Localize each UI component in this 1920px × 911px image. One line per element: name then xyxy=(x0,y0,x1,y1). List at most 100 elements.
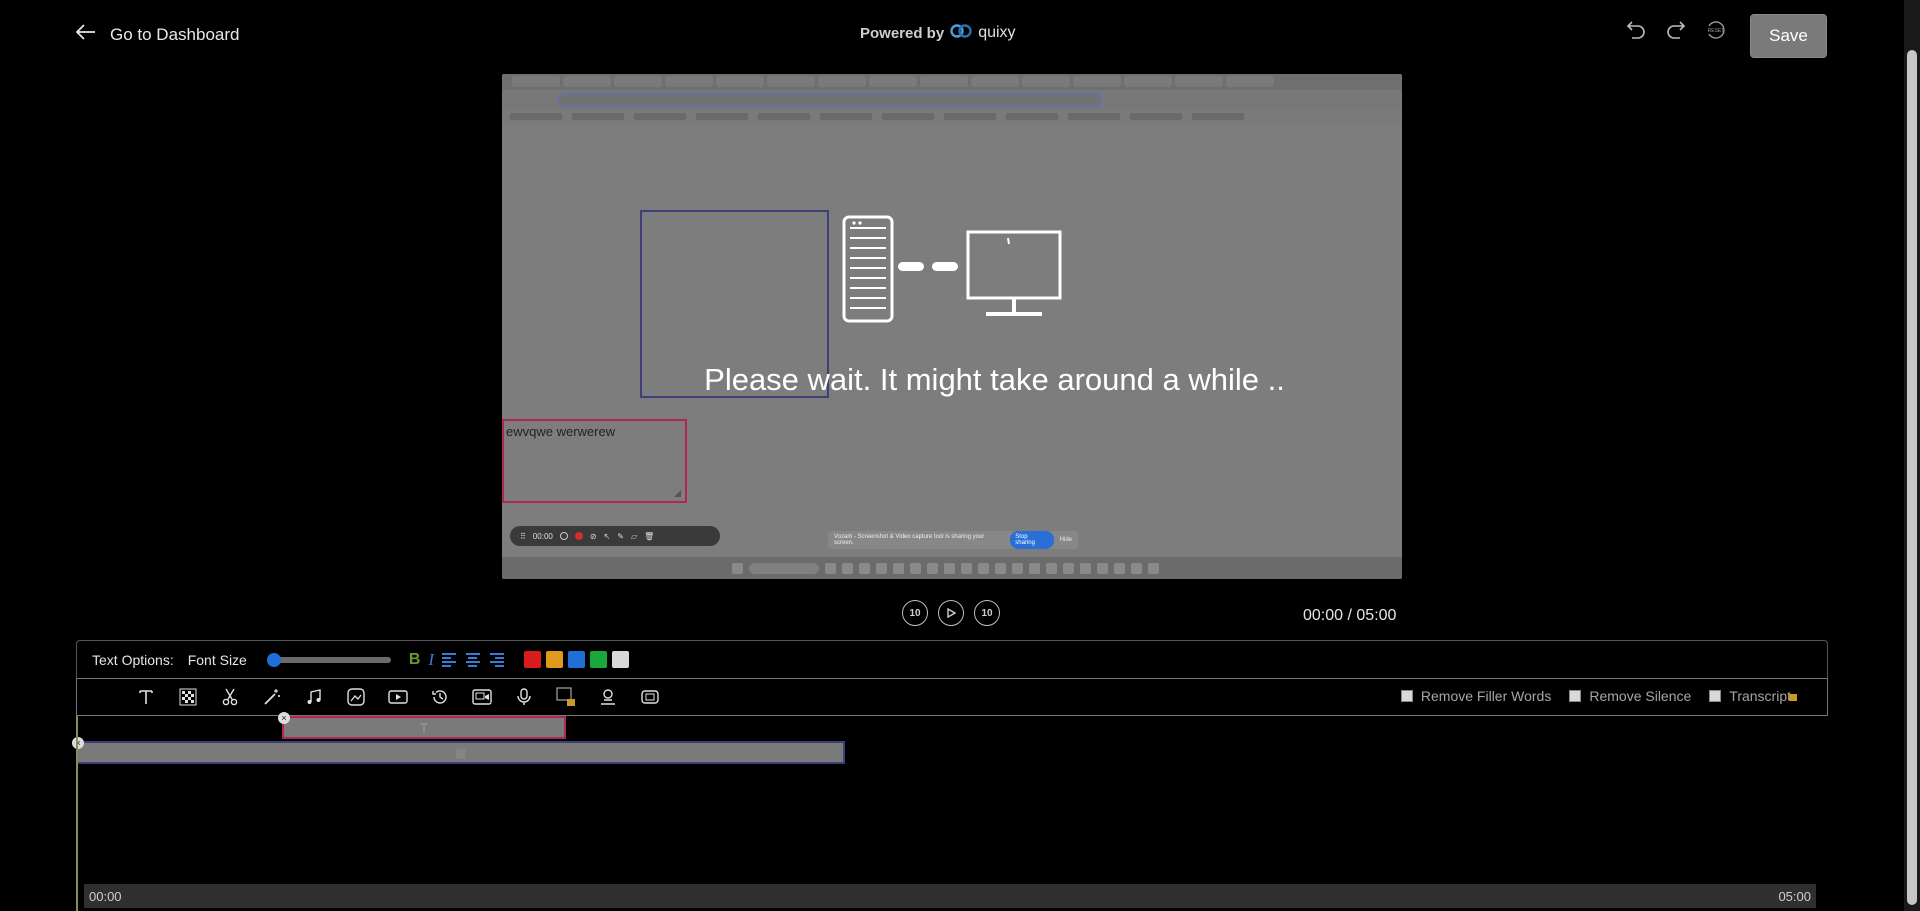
color-swatch-4[interactable] xyxy=(612,651,630,668)
lock-icon xyxy=(1789,694,1797,701)
playback-controls: 10 10 xyxy=(902,600,1000,626)
color-swatch-3[interactable] xyxy=(590,651,608,668)
cursor-icon: ↖ xyxy=(603,531,611,541)
video-overlay-icon[interactable] xyxy=(461,682,503,712)
italic-button[interactable]: I xyxy=(428,650,434,670)
eraser-icon: ▱ xyxy=(631,531,638,541)
checkbox-icon[interactable] xyxy=(1569,690,1582,702)
total-time: 05:00 xyxy=(1356,607,1397,624)
browser-tab-strip xyxy=(502,74,1402,90)
text-icon[interactable] xyxy=(125,682,167,712)
remove-filler-label: Remove Filler Words xyxy=(1420,688,1552,704)
play-button[interactable] xyxy=(938,600,964,626)
server-monitor-illustration xyxy=(842,214,1062,329)
screen-share-banner: Vozam - Screenshot & Video capture tool … xyxy=(828,531,1078,549)
microphone-icon[interactable] xyxy=(503,682,545,712)
close-icon[interactable]: × xyxy=(278,712,290,724)
browser-bookmarks-bar xyxy=(502,110,1402,124)
ruler-start: 00:00 xyxy=(89,888,122,904)
camera-icon[interactable] xyxy=(377,682,419,712)
pen-icon: ✎ xyxy=(617,531,624,541)
person-icon[interactable] xyxy=(587,682,629,712)
transcript-checkbox[interactable]: Transcript xyxy=(1709,688,1797,704)
record-icon xyxy=(574,532,583,540)
magic-wand-icon[interactable] xyxy=(251,682,293,712)
align-center-icon[interactable] xyxy=(466,652,482,667)
playhead[interactable] xyxy=(76,716,78,911)
rewind-10-button[interactable]: 10 xyxy=(902,600,928,626)
close-icon[interactable]: × xyxy=(72,737,84,749)
remove-silence-label: Remove Silence xyxy=(1589,688,1692,704)
arrow-left-icon xyxy=(75,24,96,45)
mic-off-icon: ⊘ xyxy=(589,531,597,541)
go-to-dashboard-label: Go to Dashboard xyxy=(110,24,240,44)
powered-by-label: Powered by xyxy=(860,24,945,42)
font-size-label: Font Size xyxy=(187,651,247,668)
locked-media-icon[interactable] xyxy=(545,682,587,712)
hide-label: Hide xyxy=(1059,537,1072,543)
text-overlay-content: ewvqwe werwerew xyxy=(506,424,616,439)
color-swatch-0[interactable] xyxy=(524,651,542,668)
stamp-icon[interactable] xyxy=(629,682,671,712)
editor-toolbar: Remove Filler Words Remove Silence Trans… xyxy=(76,678,1828,716)
scissors-icon[interactable] xyxy=(209,682,251,712)
color-swatch-2[interactable] xyxy=(568,651,586,668)
header-tools: RESET xyxy=(1624,18,1728,42)
save-button[interactable]: Save xyxy=(1750,14,1827,58)
text-track-clip[interactable]: × T xyxy=(278,712,566,739)
page-scrollbar[interactable] xyxy=(1904,0,1920,911)
video-preview[interactable]: Please wait. It might take around a whil… xyxy=(502,74,1402,579)
history-icon[interactable] xyxy=(419,682,461,712)
music-icon[interactable] xyxy=(293,682,335,712)
color-swatches xyxy=(524,651,630,668)
scrollbar-thumb[interactable] xyxy=(1907,50,1917,905)
image-edit-icon[interactable] xyxy=(335,682,377,712)
checkbox-icon[interactable] xyxy=(1709,690,1722,702)
align-right-icon[interactable] xyxy=(490,652,506,667)
ruler-end: 05:00 xyxy=(1778,888,1811,904)
text-track-icon: T xyxy=(419,719,429,736)
trash-icon: 🗑 xyxy=(644,531,655,541)
go-to-dashboard-link[interactable]: Go to Dashboard xyxy=(75,24,240,45)
undo-icon[interactable] xyxy=(1624,18,1648,42)
bold-button[interactable]: B xyxy=(409,651,421,669)
align-left-icon[interactable] xyxy=(442,652,458,667)
loading-message: Please wait. It might take around a whil… xyxy=(704,362,1285,397)
color-swatch-1[interactable] xyxy=(546,651,564,668)
recording-time: 00:00 xyxy=(532,531,553,541)
timecode: 00:00 / 05:00 xyxy=(1303,607,1396,625)
redo-icon[interactable] xyxy=(1664,18,1688,42)
blur-track-icon: ▦ xyxy=(454,745,467,760)
drag-grip-icon: ⠿ xyxy=(520,531,526,541)
quixy-logo-icon xyxy=(950,24,972,42)
os-taskbar xyxy=(502,557,1402,579)
timeline-ruler: 00:00 05:00 xyxy=(84,884,1816,908)
checkbox-icon[interactable] xyxy=(1400,690,1413,702)
current-time: 00:00 xyxy=(1303,607,1344,624)
font-size-slider[interactable] xyxy=(266,652,391,667)
share-banner-text: Vozam - Screenshot & Video capture tool … xyxy=(834,534,985,546)
recording-toolbar: ⠿ 00:00 ⊘ ↖ ✎ ▱ 🗑 xyxy=(510,526,720,546)
remove-silence-checkbox[interactable]: Remove Silence xyxy=(1569,688,1691,704)
play-icon xyxy=(947,608,956,618)
video-track-clip[interactable]: × ▦ xyxy=(72,737,845,764)
timeline[interactable]: × T × ▦ 00:00 05:00 xyxy=(72,712,1828,911)
svg-text:RESET: RESET xyxy=(1708,28,1725,34)
text-options-bar: Text Options: Font Size B I xyxy=(76,640,1828,678)
pause-icon xyxy=(559,532,568,540)
resize-handle-icon[interactable] xyxy=(674,490,681,497)
stop-sharing-label: Stop sharing xyxy=(1010,531,1054,549)
reset-icon[interactable]: RESET xyxy=(1704,18,1728,42)
browser-address-bar xyxy=(502,90,1402,110)
slider-knob[interactable] xyxy=(266,652,281,667)
transcript-label: Transcript xyxy=(1729,688,1791,704)
powered-by: Powered by quixy xyxy=(860,24,1016,42)
brand-name: quixy xyxy=(978,24,1016,41)
text-overlay-box[interactable]: ewvqwe werwerew xyxy=(502,419,687,503)
text-options-label: Text Options: xyxy=(92,651,174,668)
time-separator: / xyxy=(1347,607,1352,624)
blur-icon[interactable] xyxy=(167,682,209,712)
remove-filler-checkbox[interactable]: Remove Filler Words xyxy=(1400,688,1552,704)
audio-options: Remove Filler Words Remove Silence Trans… xyxy=(1400,688,1797,704)
forward-10-button[interactable]: 10 xyxy=(974,600,1000,626)
